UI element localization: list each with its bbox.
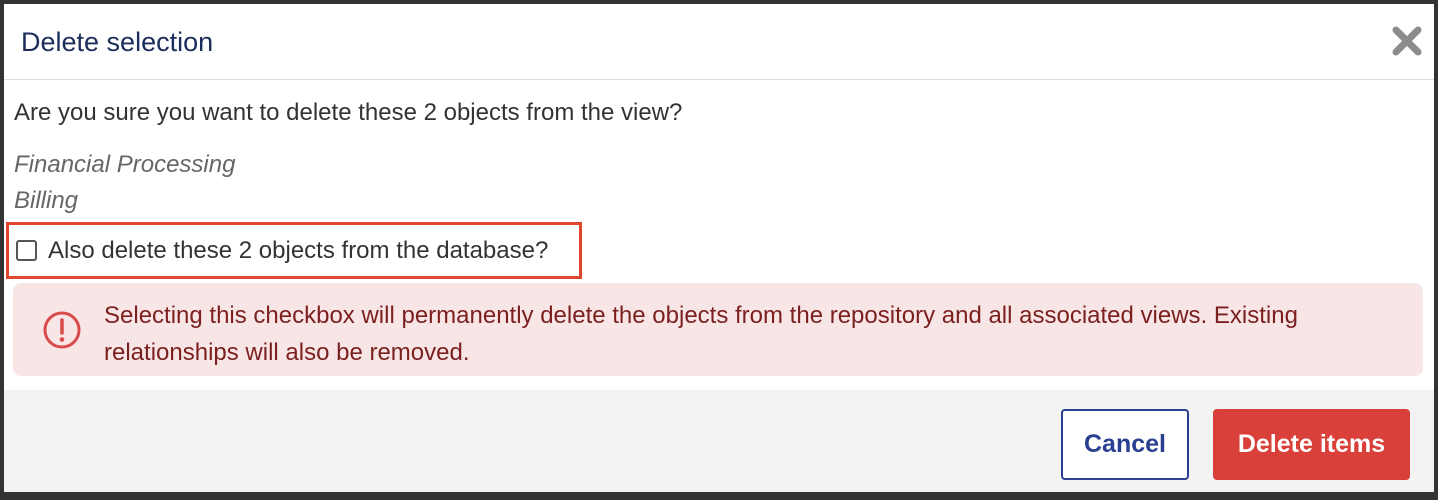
dialog-header: Delete selection [4,4,1434,80]
warning-alert: Selecting this checkbox will permanently… [13,283,1423,376]
exclamation-circle-icon [43,311,81,349]
close-button[interactable] [1390,24,1424,58]
delete-items-button[interactable]: Delete items [1213,409,1410,480]
object-name: Financial Processing [14,151,236,178]
cancel-button[interactable]: Cancel [1061,409,1189,480]
confirmation-question: Are you sure you want to delete these 2 … [14,99,683,126]
delete-from-database-checkbox[interactable] [16,240,37,261]
warning-text: Selecting this checkbox will permanently… [104,302,1298,366]
object-name: Billing [14,187,79,214]
delete-selection-dialog: Delete selection Are you sure you want t… [4,4,1434,492]
delete-from-database-label[interactable]: Also delete these 2 objects from the dat… [48,236,548,266]
dialog-footer: Cancel Delete items [4,390,1434,492]
dialog-title: Delete selection [21,27,214,57]
delete-from-database-option[interactable]: Also delete these 2 objects from the dat… [6,222,582,279]
close-icon [1392,26,1422,56]
